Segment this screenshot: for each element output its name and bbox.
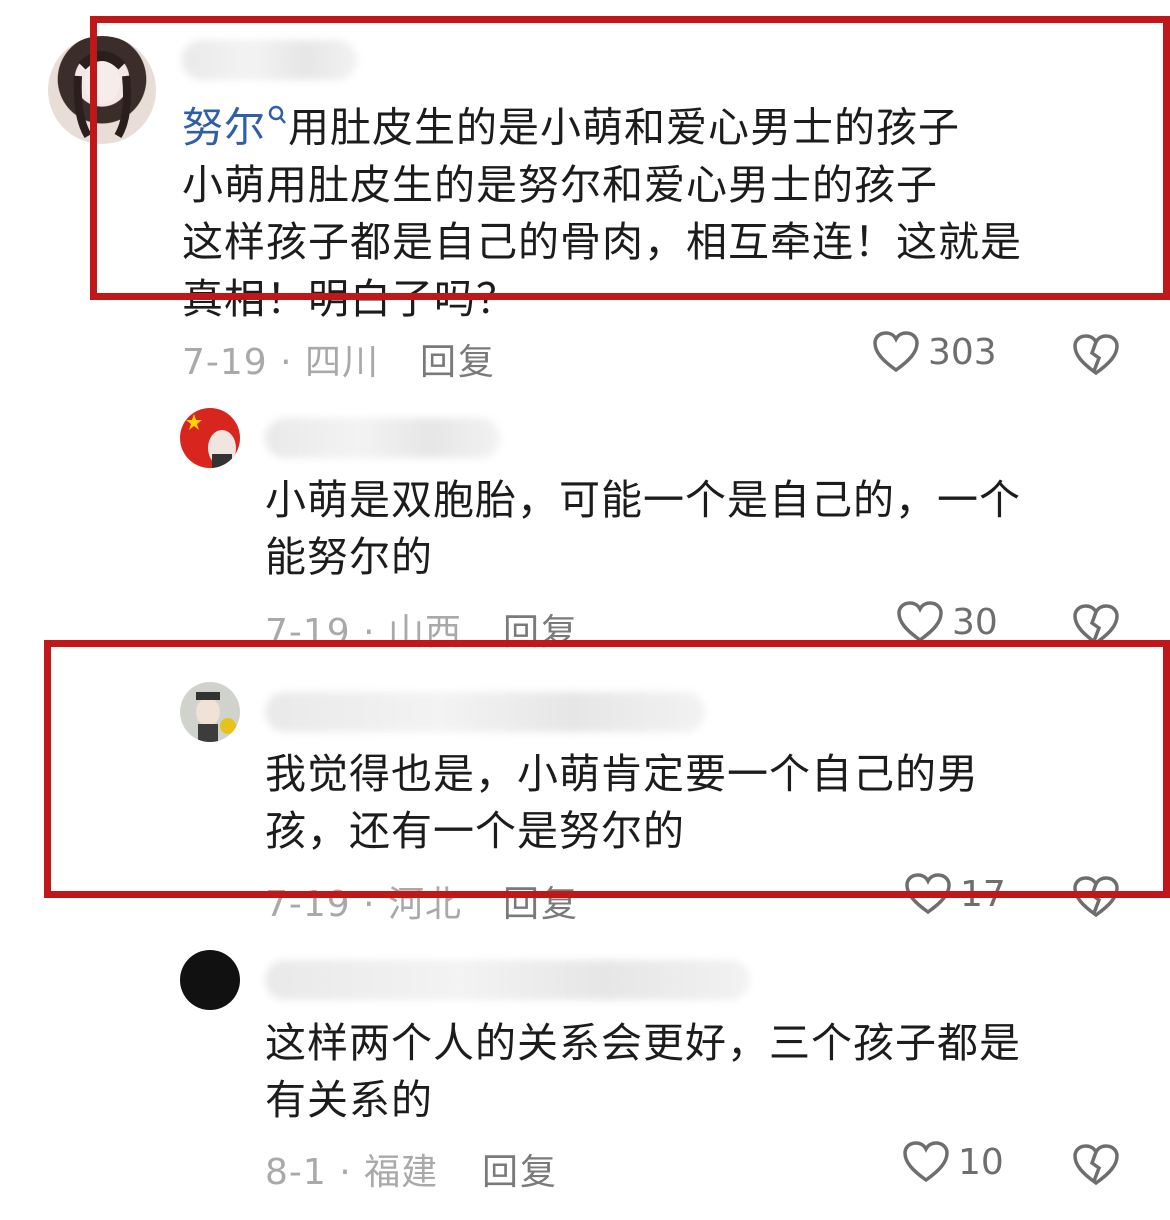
comment-1: 努尔 用肚皮生的是小萌和爱心男士的孩子小萌用肚皮生的是努尔和爱心男士的孩子 这样孩…: [0, 0, 1170, 390]
comment-3: 我觉得也是，小萌肯定要一个自己的男 孩，还有一个是努尔的 7-19 · 河北 回…: [0, 640, 1170, 930]
avatar-image: [196, 692, 236, 742]
reply-button[interactable]: 回复: [503, 875, 579, 927]
comment-text: 努尔 用肚皮生的是小萌和爱心男士的孩子小萌用肚皮生的是努尔和爱心男士的孩子 这样孩…: [182, 92, 1142, 328]
search-icon: [268, 92, 288, 149]
broken-heart-icon: [1073, 876, 1119, 918]
dislike-button[interactable]: [1072, 875, 1120, 923]
comment-text-rest: 小萌用肚皮生的是努尔和爱心男士的孩子 这样孩子都是自己的骨肉，相互牵连！这就是 …: [182, 160, 1022, 323]
avatar[interactable]: [180, 408, 240, 468]
like-count: 10: [958, 1141, 1004, 1183]
avatar[interactable]: [180, 950, 240, 1010]
date-location: 8-1 · 福建: [265, 1152, 439, 1193]
heart-outline-icon: [905, 873, 951, 915]
date-location: 7-19 · 河北: [265, 884, 463, 925]
like-button[interactable]: 17: [904, 872, 1006, 916]
avatar[interactable]: [48, 36, 156, 144]
dislike-button[interactable]: [1072, 1143, 1120, 1191]
comment-text: 这样两个人的关系会更好，三个孩子都是 有关系的: [265, 1019, 1021, 1124]
like-button[interactable]: 10: [902, 1140, 1004, 1184]
username-blurred[interactable]: [265, 418, 500, 458]
reply-button[interactable]: 回复: [482, 1143, 558, 1195]
comment-4: 这样两个人的关系会更好，三个孩子都是 有关系的 8-1 · 福建 回复 10: [0, 930, 1170, 1220]
avatar[interactable]: [180, 682, 240, 742]
broken-heart-icon: [1073, 334, 1119, 376]
comment-text: 小萌是双胞胎，可能一个是自己的，一个 能努尔的: [265, 476, 1021, 581]
username-blurred[interactable]: [265, 692, 705, 732]
comment-text-line1: 用肚皮生的是小萌和爱心男士的孩子: [288, 103, 960, 152]
reply-button[interactable]: 回复: [420, 333, 496, 385]
heart-outline-icon: [897, 601, 943, 643]
like-button[interactable]: 303: [872, 330, 997, 374]
avatar-image: [73, 51, 131, 139]
avatar-image: [186, 414, 236, 468]
username-blurred[interactable]: [182, 40, 357, 80]
like-count: 303: [928, 331, 997, 373]
comment-text: 我觉得也是，小萌肯定要一个自己的男 孩，还有一个是努尔的: [265, 750, 979, 855]
mention-link[interactable]: 努尔: [182, 104, 266, 152]
like-count: 17: [960, 873, 1006, 915]
heart-outline-icon: [873, 331, 919, 373]
dislike-button[interactable]: [1072, 333, 1120, 381]
broken-heart-icon: [1073, 1144, 1119, 1186]
username-blurred[interactable]: [265, 960, 750, 1000]
comment-2: 小萌是双胞胎，可能一个是自己的，一个 能努尔的 7-19 · 山西 回复 30: [0, 390, 1170, 653]
like-button[interactable]: 30: [896, 600, 998, 644]
heart-outline-icon: [903, 1141, 949, 1183]
like-count: 30: [952, 601, 998, 643]
date-location: 7-19 · 四川: [182, 342, 380, 383]
